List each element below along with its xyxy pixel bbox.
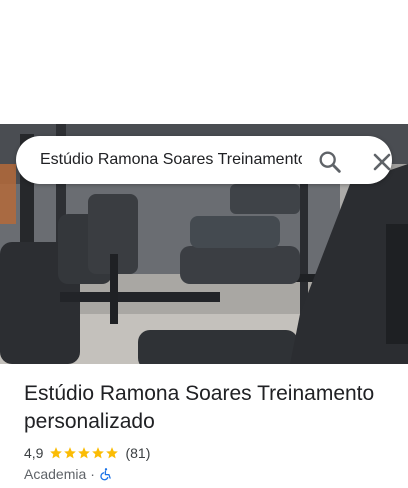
- close-icon[interactable]: [368, 148, 396, 176]
- rating-value: 4,9: [24, 445, 44, 461]
- place-title: Estúdio Ramona Soares Treinamento person…: [24, 382, 375, 433]
- star-icon: [78, 447, 91, 459]
- review-count[interactable]: (81): [125, 445, 150, 461]
- wheelchair-accessible-icon: [100, 468, 111, 481]
- search-input[interactable]: Estúdio Ramona Soares Treinamento: [40, 136, 302, 184]
- star-icon: [92, 447, 105, 459]
- star-icon: [106, 447, 119, 459]
- place-category: Academia: [24, 466, 87, 482]
- search-bar[interactable]: Estúdio Ramona Soares Treinamento: [16, 136, 392, 184]
- category-row: Academia ·: [24, 465, 113, 483]
- star-icon: [64, 447, 77, 459]
- search-icon[interactable]: [316, 148, 344, 176]
- separator-dot: ·: [90, 466, 95, 482]
- rating-row[interactable]: 4,9 (81): [24, 444, 150, 462]
- map-blank-area: [0, 0, 408, 124]
- rating-stars: [49, 446, 119, 460]
- star-icon: [50, 447, 63, 459]
